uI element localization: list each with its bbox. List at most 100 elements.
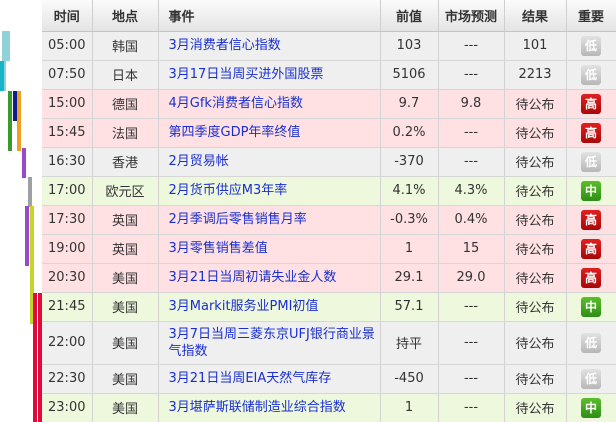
cell-previous: 103 (380, 31, 439, 61)
cell-previous: -450 (380, 364, 439, 394)
cell-previous: 29.1 (380, 263, 439, 293)
cell-forecast: 29.0 (438, 263, 505, 293)
cell-result: 待公布 (504, 205, 567, 235)
color-stripe (17, 91, 21, 151)
color-stripe (25, 206, 29, 266)
table-row: 19:00 英国 3月零售销售差值 1 15 待公布高 (42, 234, 616, 264)
cell-importance: 中 (566, 176, 616, 206)
cell-time: 22:00 (42, 321, 93, 365)
cell-previous: 5106 (380, 60, 439, 90)
cell-importance: 中 (566, 292, 616, 322)
cell-location: 德国 (92, 89, 159, 119)
cell-location: 日本 (92, 60, 159, 90)
table-row: 07:50 日本 3月17日当周买进外国股票 5106 --- 2213 低 (42, 60, 616, 90)
importance-badge: 中 (581, 296, 601, 317)
color-stripe (33, 293, 37, 422)
cell-result: 待公布 (504, 234, 567, 264)
cell-location: 美国 (92, 263, 159, 293)
header-time: 时间 (42, 0, 93, 32)
cell-location: 美国 (92, 393, 159, 422)
cell-time: 07:50 (42, 60, 93, 90)
importance-badge: 中 (581, 397, 601, 418)
cell-result: 待公布 (504, 364, 567, 394)
importance-badge: 中 (581, 180, 601, 201)
color-stripe (22, 148, 26, 178)
event-link[interactable]: 2月货币供应M3年率 (169, 183, 288, 198)
cell-time: 05:00 (42, 31, 93, 61)
event-link[interactable]: 2月贸易帐 (169, 154, 229, 169)
event-link[interactable]: 第四季度GDP年率终值 (169, 125, 301, 140)
cell-forecast: --- (438, 60, 505, 90)
cell-location: 美国 (92, 292, 159, 322)
cell-result: 101 (504, 31, 567, 61)
importance-badge: 低 (581, 64, 601, 85)
cell-event: 2月货币供应M3年率 (158, 176, 381, 206)
table-row: 05:00 韩国 3月消费者信心指数 103 --- 101 低 (42, 31, 616, 61)
event-link[interactable]: 3月零售销售差值 (169, 241, 268, 256)
cell-result: 待公布 (504, 321, 567, 365)
cell-event: 3月7日当周三菱东京UFJ银行商业景气指数 (158, 321, 381, 365)
cell-result: 待公布 (504, 292, 567, 322)
table-row: 22:00 美国 3月7日当周三菱东京UFJ银行商业景气指数 持平 --- 待公布低 (42, 321, 616, 365)
event-link[interactable]: 3月消费者信心指数 (169, 38, 281, 53)
cell-importance: 低 (566, 31, 616, 61)
importance-badge: 低 (581, 35, 601, 56)
cell-result: 待公布 (504, 89, 567, 119)
cell-importance: 低 (566, 60, 616, 90)
cell-forecast: --- (438, 393, 505, 422)
cell-previous: -0.3% (380, 205, 439, 235)
event-link[interactable]: 4月Gfk消费者信心指数 (169, 96, 303, 111)
event-link[interactable]: 3月7日当周三菱东京UFJ银行商业景气指数 (169, 327, 375, 359)
color-stripe (28, 177, 32, 207)
country-color-stripes (0, 0, 42, 422)
color-stripe (6, 31, 10, 61)
cell-importance: 低 (566, 364, 616, 394)
table-row: 17:00 欧元区 2月货币供应M3年率 4.1% 4.3% 待公布中 (42, 176, 616, 206)
cell-forecast: --- (438, 31, 505, 61)
table-row: 22:30 美国 3月21日当周EIA天然气库存 -450 --- 待公布低 (42, 364, 616, 394)
event-link[interactable]: 3月Markit服务业PMI初值 (169, 299, 319, 314)
cell-previous: 1 (380, 393, 439, 422)
table-row: 15:45 法国 第四季度GDP年率终值 0.2% --- 待公布高 (42, 118, 616, 148)
cell-importance: 高 (566, 118, 616, 148)
cell-previous: 0.2% (380, 118, 439, 148)
cell-forecast: 4.3% (438, 176, 505, 206)
cell-event: 3月零售销售差值 (158, 234, 381, 264)
cell-event: 4月Gfk消费者信心指数 (158, 89, 381, 119)
event-link[interactable]: 2月季调后零售销售月率 (169, 212, 307, 227)
cell-time: 17:30 (42, 205, 93, 235)
cell-event: 3月17日当周买进外国股票 (158, 60, 381, 90)
cell-location: 韩国 (92, 31, 159, 61)
cell-time: 22:30 (42, 364, 93, 394)
event-link[interactable]: 3月21日当周EIA天然气库存 (169, 371, 332, 386)
cell-previous: 4.1% (380, 176, 439, 206)
header-location: 地点 (92, 0, 159, 32)
cell-forecast: 9.8 (438, 89, 505, 119)
cell-importance: 高 (566, 263, 616, 293)
cell-forecast: 0.4% (438, 205, 505, 235)
cell-location: 法国 (92, 118, 159, 148)
cell-forecast: --- (438, 364, 505, 394)
cell-previous: -370 (380, 147, 439, 177)
table-row: 17:30 英国 2月季调后零售销售月率 -0.3% 0.4% 待公布高 (42, 205, 616, 235)
cell-time: 15:00 (42, 89, 93, 119)
cell-event: 2月季调后零售销售月率 (158, 205, 381, 235)
cell-forecast: --- (438, 118, 505, 148)
header-result: 结果 (504, 0, 567, 32)
cell-time: 19:00 (42, 234, 93, 264)
cell-forecast: --- (438, 147, 505, 177)
table-row: 23:00 美国 3月堪萨斯联储制造业综合指数 1 --- 待公布中 (42, 393, 616, 422)
cell-location: 英国 (92, 205, 159, 235)
cell-importance: 高 (566, 89, 616, 119)
event-link[interactable]: 3月堪萨斯联储制造业综合指数 (169, 400, 346, 415)
cell-time: 23:00 (42, 393, 93, 422)
importance-badge: 高 (581, 238, 601, 259)
header-event: 事件 (158, 0, 381, 32)
event-link[interactable]: 3月21日当周初请失业金人数 (169, 270, 337, 285)
color-stripe (0, 61, 4, 91)
cell-location: 美国 (92, 364, 159, 394)
importance-badge: 低 (581, 368, 601, 389)
event-link[interactable]: 3月17日当周买进外国股票 (169, 67, 324, 82)
cell-previous: 9.7 (380, 89, 439, 119)
importance-badge: 高 (581, 93, 601, 114)
